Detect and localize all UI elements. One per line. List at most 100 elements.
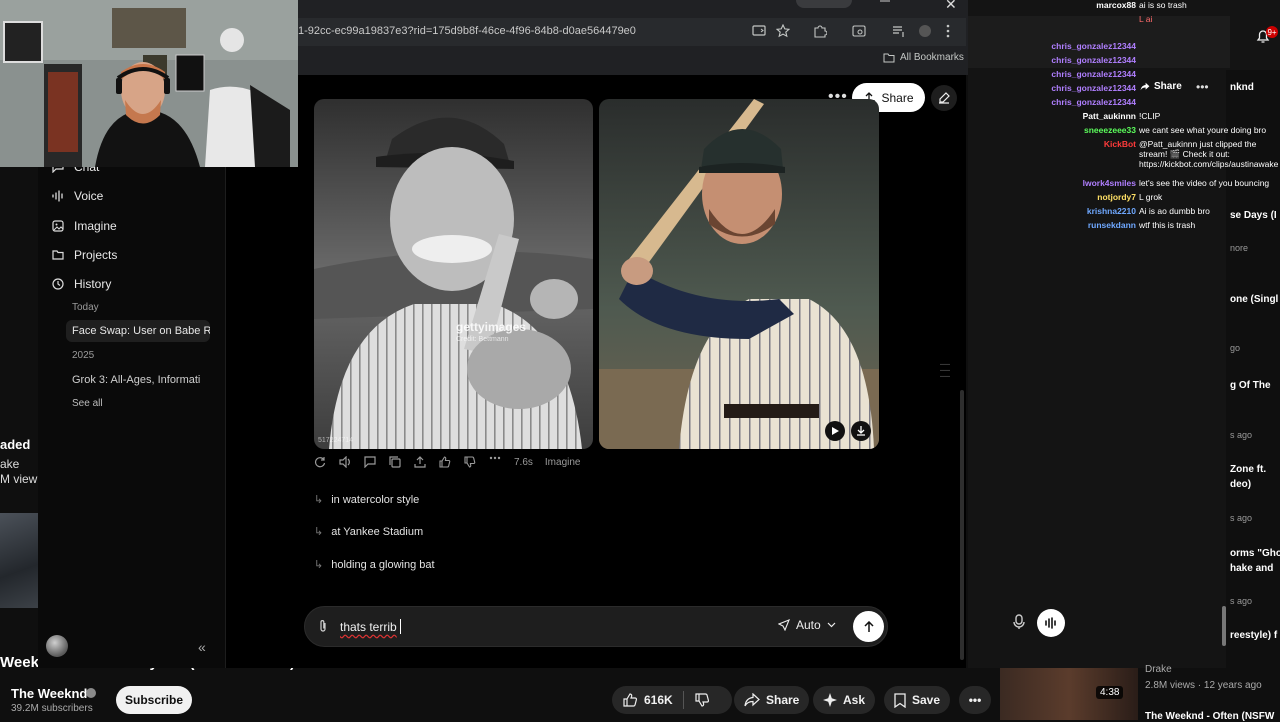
thumbs-down-icon[interactable] xyxy=(694,692,710,708)
yt-fragment-text: aded xyxy=(0,437,31,452)
sidebar-item-history[interactable]: History xyxy=(52,277,111,291)
rec-meta: nore xyxy=(1230,243,1249,253)
rec-title[interactable]: The Weeknd - Often (NSFW xyxy=(1145,711,1274,722)
see-all-link[interactable]: See all xyxy=(72,398,103,409)
chat-text: let's see the video of you bouncing xyxy=(1139,178,1270,188)
browser-menu-icon[interactable] xyxy=(946,24,962,40)
channel-name[interactable]: The Weeknd xyxy=(11,686,87,701)
history-item[interactable]: Grok 3: All-Ages, Informati xyxy=(66,369,210,391)
history-group-today: Today xyxy=(72,302,99,313)
message-input[interactable]: thats terrib xyxy=(340,620,397,634)
speaker-icon[interactable] xyxy=(339,455,352,469)
send-button[interactable] xyxy=(853,611,884,642)
window-close-icon[interactable]: ✕ xyxy=(945,0,957,13)
ask-button[interactable]: Ask xyxy=(813,686,876,714)
subscriber-count: 39.2M subscribers xyxy=(11,703,93,714)
sidebar-item-label: Projects xyxy=(74,248,118,262)
generated-image-original[interactable] xyxy=(314,99,593,449)
yt-fragment-text: ake xyxy=(0,457,20,471)
chat-text: @Patt_aukinnn just clipped the stream! 🎬… xyxy=(1139,139,1279,169)
chat-username[interactable]: chris_gonzalez12344 xyxy=(1051,83,1136,93)
suggestion-item[interactable]: ↳ in watercolor style xyxy=(314,493,419,507)
image-id-label: 517224714 xyxy=(318,437,354,444)
verified-badge-icon xyxy=(86,688,96,698)
chat-username[interactable]: krishna2210 xyxy=(1087,206,1136,216)
chat-username[interactable]: lwork4smiles xyxy=(1083,178,1136,188)
rec-title[interactable]: reestyle) f xyxy=(1230,630,1277,641)
grok-sidebar xyxy=(38,165,226,668)
mode-selector[interactable]: Auto xyxy=(778,618,836,632)
sidebar-item-imagine[interactable]: Imagine xyxy=(52,219,117,233)
rec-title[interactable]: hake and xyxy=(1230,563,1273,574)
profile-avatar-icon[interactable] xyxy=(918,24,934,40)
rec-title[interactable]: orms "Gho xyxy=(1230,548,1280,559)
yt-share-button[interactable]: Share xyxy=(734,686,810,714)
tab-search-icon[interactable] xyxy=(852,24,868,40)
copy-icon[interactable] xyxy=(389,455,402,469)
chat-username[interactable]: chris_gonzalez12344 xyxy=(1051,55,1136,65)
history-item[interactable]: Face Swap: User on Babe R xyxy=(66,320,210,342)
chat-share-button[interactable]: Share xyxy=(1140,81,1182,92)
all-bookmarks-button[interactable]: All Bookmarks xyxy=(883,52,964,63)
collapse-sidebar-icon[interactable]: « xyxy=(198,639,206,655)
generated-image-result[interactable] xyxy=(599,99,879,449)
more-options-icon[interactable]: ••• xyxy=(1196,80,1209,94)
thumbs-up-icon[interactable] xyxy=(622,692,638,708)
resize-grip-icon[interactable]: — — — xyxy=(940,360,950,382)
thumbs-up-icon[interactable] xyxy=(439,455,452,469)
chat-username[interactable]: notjordy7 xyxy=(1097,192,1136,202)
history-group-year: 2025 xyxy=(72,350,95,361)
chat-username[interactable]: sneeezeee33 xyxy=(1084,125,1136,135)
sidebar-item-voice[interactable]: Voice xyxy=(52,189,103,203)
thumbs-down-icon[interactable] xyxy=(464,455,477,469)
sidebar-item-label: History xyxy=(74,277,112,291)
video-thumbnail[interactable] xyxy=(0,513,38,608)
new-chat-edit-icon[interactable] xyxy=(931,85,957,111)
share-arrow-icon xyxy=(744,693,760,707)
subscribe-button[interactable]: Subscribe xyxy=(116,686,192,714)
extension-icon[interactable] xyxy=(813,24,829,40)
mic-icon[interactable] xyxy=(1012,614,1026,630)
rec-title[interactable]: one (Singl xyxy=(1230,294,1278,305)
sidebar-item-projects[interactable]: Projects xyxy=(52,248,117,262)
suggestion-item[interactable]: ↳ holding a glowing bat xyxy=(314,558,435,572)
rec-title[interactable]: g Of The xyxy=(1230,380,1271,391)
chat-username[interactable]: KickBot xyxy=(1104,139,1136,149)
chat-username[interactable]: runsekdann xyxy=(1088,220,1136,230)
browser-tab[interactable] xyxy=(796,0,852,8)
scrollbar[interactable] xyxy=(960,390,964,660)
media-control-icon[interactable] xyxy=(892,24,908,40)
play-video-button[interactable] xyxy=(825,421,845,441)
rec-title[interactable]: deo) xyxy=(1230,479,1251,490)
download-button[interactable] xyxy=(851,421,871,441)
suggestion-item[interactable]: ↳ at Yankee Stadium xyxy=(314,525,423,539)
regenerate-icon[interactable] xyxy=(314,456,327,469)
rocket-icon xyxy=(778,619,790,631)
paperclip-icon[interactable] xyxy=(318,619,328,633)
save-button[interactable]: Save xyxy=(884,686,951,714)
divider xyxy=(682,691,684,709)
share-icon[interactable] xyxy=(414,455,427,469)
scrollbar[interactable] xyxy=(1222,606,1226,646)
chat-username[interactable]: chris_gonzalez12344 xyxy=(1051,97,1136,107)
window-minimize-icon[interactable] xyxy=(880,0,890,4)
star-icon[interactable] xyxy=(776,24,792,40)
avatar[interactable] xyxy=(46,635,68,657)
chat-username[interactable]: chris_gonzalez12344 xyxy=(1051,69,1136,79)
chat-text: L ai xyxy=(1139,14,1153,24)
rec-title[interactable]: Zone ft. xyxy=(1230,464,1266,475)
chat-username[interactable]: Patt_aukinnn xyxy=(1083,111,1136,121)
model-label: Imagine xyxy=(544,456,581,468)
like-dislike-group: 616K xyxy=(612,686,732,714)
more-actions-button[interactable]: ••• xyxy=(959,686,991,714)
chat-username[interactable]: marcox88 xyxy=(1096,0,1136,10)
like-count[interactable]: 616K xyxy=(644,693,673,707)
rec-meta: go xyxy=(1230,343,1241,353)
screen-share-icon[interactable] xyxy=(752,24,768,40)
voice-mode-button[interactable] xyxy=(1037,609,1065,637)
video-duration: 4:38 xyxy=(1096,686,1124,699)
url-text[interactable]: 1-92cc-ec99a19837e3?rid=175d9b8f-46ce-4f… xyxy=(298,25,636,37)
more-options-icon[interactable] xyxy=(489,456,502,469)
comment-icon[interactable] xyxy=(364,455,377,469)
chat-username[interactable]: chris_gonzalez12344 xyxy=(1051,41,1136,51)
